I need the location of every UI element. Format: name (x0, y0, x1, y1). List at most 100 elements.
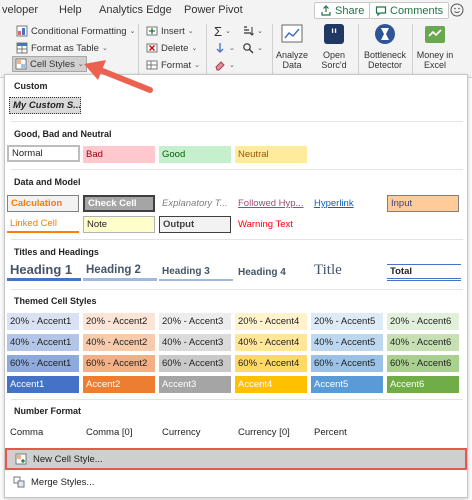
ribbon-separator (138, 24, 139, 74)
tab-help[interactable]: Help (59, 4, 82, 16)
cell-style-accent6[interactable]: Accent6 (387, 376, 459, 393)
cell-style-60-accent6[interactable]: 60% - Accent6 (387, 355, 459, 372)
insert-cells-icon (146, 26, 158, 36)
cell-style-40-accent1[interactable]: 40% - Accent1 (7, 334, 79, 351)
comment-icon (375, 5, 387, 16)
clear-button[interactable]: ⌄ (212, 57, 237, 73)
bottleneck-icon (375, 24, 395, 44)
cell-style-title[interactable]: Title (311, 260, 385, 280)
cell-style-40-accent4[interactable]: 40% - Accent4 (235, 334, 307, 351)
cell-style-heading-1[interactable]: Heading 1 (7, 261, 81, 281)
money-in-excel-label: Money in Excel (416, 50, 454, 70)
cell-style-neutral[interactable]: Neutral (235, 146, 307, 163)
ribbon: Conditional Formatting ⌄ Format as Table ⌄… (0, 20, 472, 78)
cell-style-explanatory[interactable]: Explanatory T... (159, 195, 233, 212)
bottleneck-detector-label: Bottleneck Detector (363, 50, 407, 70)
cell-style-bad[interactable]: Bad (83, 146, 155, 163)
open-sorcd-label: Open Sorc'd (321, 50, 347, 70)
section-title-titles-headings: Titles and Headings (14, 247, 99, 257)
open-sorcd-button[interactable]: " Open Sorc'd (314, 22, 354, 70)
cell-style-60-accent1[interactable]: 60% - Accent1 (7, 355, 79, 372)
cell-style-40-accent5[interactable]: 40% - Accent5 (311, 334, 383, 351)
analyze-data-button[interactable]: Analyze Data (272, 22, 312, 70)
cell-style-heading-3[interactable]: Heading 3 (159, 264, 233, 281)
money-in-excel-button[interactable]: Money in Excel (414, 22, 456, 70)
cell-style-heading-4[interactable]: Heading 4 (235, 264, 309, 281)
tab-developer[interactable]: veloper (2, 4, 38, 16)
format-button[interactable]: Format ⌄ (144, 57, 202, 73)
cell-style-currency[interactable]: Currency (159, 424, 231, 441)
delete-button[interactable]: Delete ⌄ (144, 40, 199, 56)
cell-style-my-custom[interactable]: My Custom S... (9, 97, 81, 114)
section-divider (11, 399, 463, 400)
table-icon (16, 42, 28, 54)
format-label: Format (161, 59, 192, 71)
cell-style-comma[interactable]: Comma (7, 424, 79, 441)
cell-style-normal[interactable]: Normal (7, 145, 80, 162)
cell-style-20-accent6[interactable]: 20% - Accent6 (387, 313, 459, 330)
cell-style-output[interactable]: Output (159, 216, 231, 233)
cell-style-60-accent3[interactable]: 60% - Accent3 (159, 355, 231, 372)
cell-style-60-accent4[interactable]: 60% - Accent4 (235, 355, 307, 372)
cell-style-total[interactable]: Total (387, 264, 461, 281)
cell-style-20-accent2[interactable]: 20% - Accent2 (83, 313, 155, 330)
cell-style-calculation[interactable]: Calculation (7, 195, 79, 212)
cell-style-20-accent1[interactable]: 20% - Accent1 (7, 313, 79, 330)
cell-style-linked-cell[interactable]: Linked Cell (7, 216, 79, 233)
autosum-icon: Σ (214, 23, 223, 39)
cell-style-input[interactable]: Input (387, 195, 459, 212)
cell-style-comma-0[interactable]: Comma [0] (83, 424, 155, 441)
cell-style-accent1[interactable]: Accent1 (7, 376, 79, 393)
svg-text:": " (330, 25, 337, 44)
cell-style-warning-text[interactable]: Warning Text (235, 216, 307, 233)
cell-styles-label: Cell Styles (30, 58, 75, 70)
cell-style-hyperlink[interactable]: Hyperlink (311, 195, 383, 212)
find-select-button[interactable]: ⌄ (240, 40, 265, 56)
conditional-formatting-icon (16, 25, 28, 37)
merge-styles-item[interactable]: Merge Styles... (5, 471, 467, 493)
cell-style-heading-2[interactable]: Heading 2 (83, 262, 157, 281)
analyze-data-label: Analyze Data (275, 50, 309, 70)
cell-style-40-accent3[interactable]: 40% - Accent3 (159, 334, 231, 351)
cell-style-accent3[interactable]: Accent3 (159, 376, 231, 393)
cell-style-20-accent5[interactable]: 20% - Accent5 (311, 313, 383, 330)
format-as-table-button[interactable]: Format as Table ⌄ (14, 40, 110, 56)
section-title-number-format: Number Format (14, 406, 82, 416)
cell-style-60-accent5[interactable]: 60% - Accent5 (311, 355, 383, 372)
ribbon-separator (206, 24, 207, 74)
cell-style-good[interactable]: Good (159, 146, 231, 163)
cell-style-followed-hyperlink[interactable]: Followed Hyp... (235, 195, 309, 212)
cell-style-check-cell[interactable]: Check Cell (83, 195, 155, 212)
format-cells-icon (146, 60, 158, 70)
insert-button[interactable]: Insert ⌄ (144, 23, 196, 39)
tab-power-pivot[interactable]: Power Pivot (184, 4, 243, 16)
format-as-table-label: Format as Table (31, 42, 99, 54)
fill-button[interactable]: ⌄ (212, 40, 237, 56)
cell-style-40-accent6[interactable]: 40% - Accent6 (387, 334, 459, 351)
cell-styles-button[interactable]: Cell Styles ⌄ (12, 56, 87, 72)
cell-style-currency-0[interactable]: Currency [0] (235, 424, 307, 441)
share-button[interactable]: Share (314, 2, 371, 19)
eraser-icon (215, 61, 225, 71)
cell-style-20-accent3[interactable]: 20% - Accent3 (159, 313, 231, 330)
merge-styles-icon (13, 476, 25, 488)
cell-style-20-accent4[interactable]: 20% - Accent4 (235, 313, 307, 330)
cell-style-note[interactable]: Note (83, 216, 155, 233)
section-divider (11, 121, 463, 122)
cell-style-percent[interactable]: Percent (311, 424, 383, 441)
bottleneck-detector-button[interactable]: Bottleneck Detector (360, 22, 410, 70)
new-cell-style-item[interactable]: New Cell Style... (5, 448, 467, 470)
smiley-icon[interactable] (450, 3, 464, 17)
cell-style-accent4[interactable]: Accent4 (235, 376, 307, 393)
share-icon (321, 4, 331, 16)
autosum-button[interactable]: Σ ⌄ (212, 23, 233, 39)
cell-style-60-accent2[interactable]: 60% - Accent2 (83, 355, 155, 372)
delete-cells-icon (146, 43, 158, 53)
sort-filter-button[interactable]: ⌄ (240, 23, 265, 39)
tab-analytics-edge[interactable]: Analytics Edge (99, 4, 172, 16)
cell-style-accent5[interactable]: Accent5 (311, 376, 383, 393)
comments-button[interactable]: Comments (369, 2, 450, 19)
cell-style-accent2[interactable]: Accent2 (83, 376, 155, 393)
cell-style-40-accent2[interactable]: 40% - Accent2 (83, 334, 155, 351)
conditional-formatting-button[interactable]: Conditional Formatting ⌄ (14, 23, 137, 39)
